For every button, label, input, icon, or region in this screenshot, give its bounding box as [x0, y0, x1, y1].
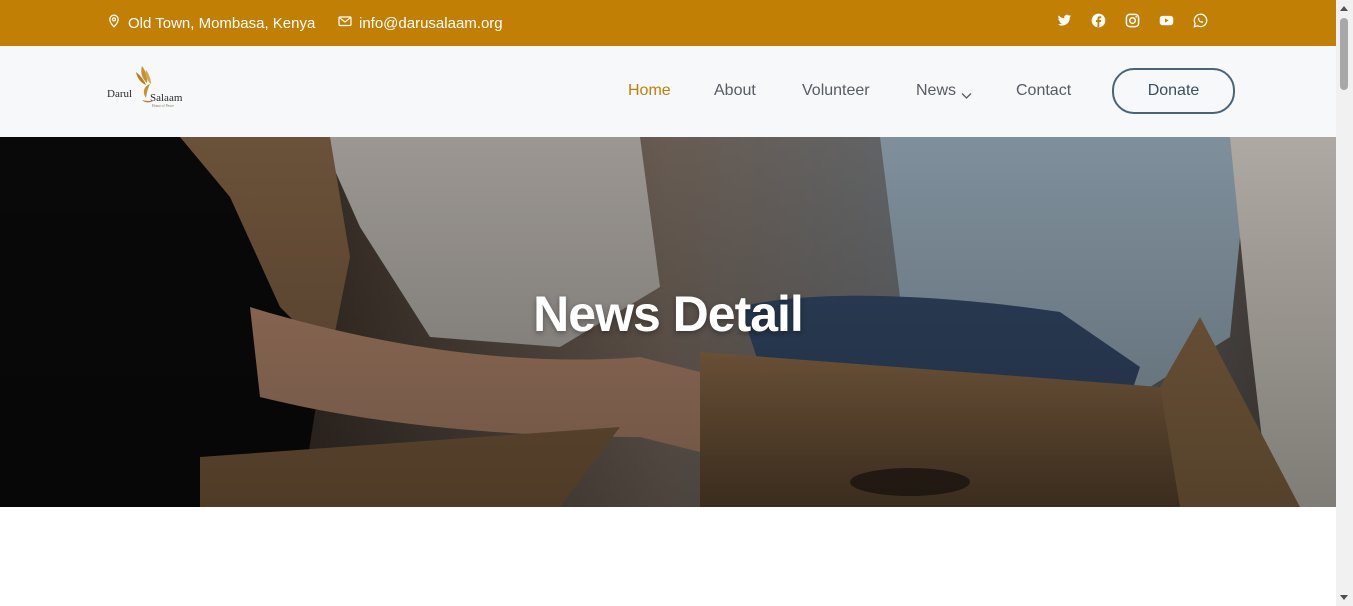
- page-scrollbar[interactable]: [1336, 0, 1353, 606]
- instagram-icon[interactable]: [1125, 13, 1140, 28]
- nav-about[interactable]: About: [714, 82, 756, 100]
- logo-tagline: Home of Peace: [152, 104, 174, 108]
- hero-banner: News Detail: [0, 137, 1336, 507]
- main-navbar: Darul Salaam Home of Peace Home About Vo…: [0, 46, 1336, 137]
- nav-news-label: News: [916, 82, 957, 99]
- email-contact[interactable]: info@darusalaam.org: [338, 14, 503, 32]
- map-pin-icon: [107, 14, 121, 32]
- address-text: Old Town, Mombasa, Kenya: [128, 14, 316, 32]
- nav-contact[interactable]: Contact: [1016, 82, 1071, 100]
- page-title: News Detail: [533, 286, 804, 342]
- email-link[interactable]: info@darusalaam.org: [359, 15, 503, 32]
- nav-news[interactable]: News: [916, 82, 972, 100]
- address-contact: Old Town, Mombasa, Kenya: [107, 14, 315, 32]
- donate-button[interactable]: Donate: [1112, 68, 1235, 114]
- scroll-down-arrow-icon[interactable]: [1340, 595, 1348, 600]
- chevron-down-icon: [961, 87, 972, 99]
- top-bar: Old Town, Mombasa, Kenya info@darusalaam…: [0, 0, 1336, 46]
- youtube-icon[interactable]: [1159, 13, 1174, 28]
- facebook-icon[interactable]: [1091, 13, 1106, 28]
- scrollbar-thumb[interactable]: [1340, 18, 1348, 90]
- scroll-up-arrow-icon[interactable]: [1340, 6, 1348, 11]
- nav-volunteer[interactable]: Volunteer: [802, 82, 870, 100]
- envelope-icon: [338, 14, 352, 32]
- whatsapp-icon[interactable]: [1193, 13, 1208, 28]
- social-links: [1057, 13, 1208, 28]
- nav-home[interactable]: Home: [628, 82, 671, 100]
- twitter-icon[interactable]: [1057, 13, 1072, 28]
